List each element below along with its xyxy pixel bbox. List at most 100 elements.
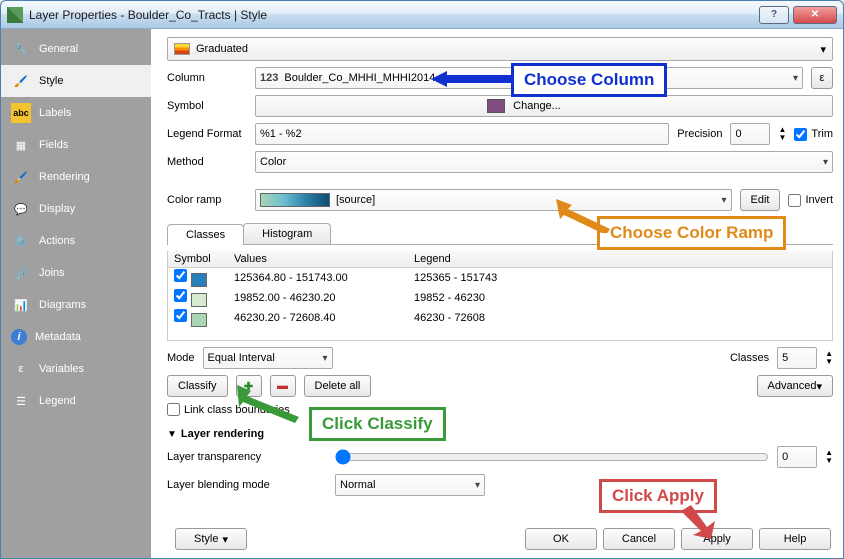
main-panel: Graduated ▾ Column 123 Boulder_Co_MHHI_M… xyxy=(151,29,843,558)
ok-button[interactable]: OK xyxy=(525,528,597,550)
transparency-slider[interactable] xyxy=(335,449,769,465)
row-legend: 19852 - 46230 xyxy=(408,290,832,306)
sidebar-item-variables[interactable]: ε Variables xyxy=(1,353,151,385)
legend-format-input[interactable] xyxy=(255,123,669,145)
sidebar-item-fields[interactable]: ▦ Fields xyxy=(1,129,151,161)
trim-checkbox[interactable] xyxy=(794,128,807,141)
color-ramp-combo[interactable]: [source] ▾ xyxy=(255,189,732,211)
chevron-down-icon: ▾ xyxy=(222,533,228,546)
column-label: Column xyxy=(167,72,247,84)
invert-checkbox[interactable] xyxy=(788,194,801,207)
chevron-down-icon: ▾ xyxy=(793,73,798,84)
sidebar-item-style[interactable]: 🖌️ Style xyxy=(1,65,151,97)
row-swatch xyxy=(191,293,207,307)
sidebar-item-legend[interactable]: ☰ Legend xyxy=(1,385,151,417)
th-legend[interactable]: Legend xyxy=(408,251,832,267)
legend-icon: ☰ xyxy=(11,391,31,411)
column-combo[interactable]: 123 Boulder_Co_MHHI_MHHI2014 ▾ xyxy=(255,67,803,89)
mode-combo[interactable]: Equal Interval ▾ xyxy=(203,347,333,369)
layer-rendering-title[interactable]: ▼ Layer rendering xyxy=(167,428,833,440)
help-button[interactable]: Help xyxy=(759,528,831,550)
sidebar-item-diagrams[interactable]: 📊 Diagrams xyxy=(1,289,151,321)
row-swatch xyxy=(191,273,207,287)
sidebar-item-label: Labels xyxy=(39,107,71,119)
precision-spinner[interactable] xyxy=(730,123,770,145)
method-combo[interactable]: Color ▾ xyxy=(255,151,833,173)
symbol-change-button[interactable]: Change... xyxy=(255,95,833,117)
method-value: Color xyxy=(260,156,286,168)
table-row[interactable]: 19852.00 - 46230.2019852 - 46230 xyxy=(168,288,832,308)
mode-label: Mode xyxy=(167,352,195,364)
sidebar-item-rendering[interactable]: 🖌️ Rendering xyxy=(1,161,151,193)
apply-button[interactable]: Apply xyxy=(681,528,753,550)
sidebar-item-display[interactable]: 💬 Display xyxy=(1,193,151,225)
style-type-value: Graduated xyxy=(196,43,248,55)
classes-count-label: Classes xyxy=(730,352,769,364)
table-row[interactable]: 125364.80 - 151743.00125365 - 151743 xyxy=(168,268,832,288)
info-icon: i xyxy=(11,329,27,345)
table-header: Symbol Values Legend xyxy=(168,251,832,268)
th-symbol[interactable]: Symbol xyxy=(168,251,228,267)
row-checkbox[interactable] xyxy=(174,269,187,282)
sidebar-item-joins[interactable]: 🔗 Joins xyxy=(1,257,151,289)
advanced-button[interactable]: Advanced ▾ xyxy=(757,375,833,397)
delete-all-button[interactable]: Delete all xyxy=(304,375,372,397)
row-swatch xyxy=(191,313,207,327)
sidebar-item-label: Style xyxy=(39,75,63,87)
style-menu-button[interactable]: Style▾ xyxy=(175,528,247,550)
sidebar-item-metadata[interactable]: i Metadata xyxy=(1,321,151,353)
trim-checkbox-wrap[interactable]: Trim xyxy=(794,128,833,141)
chevron-down-icon: ▾ xyxy=(823,157,828,168)
row-checkbox[interactable] xyxy=(174,289,187,302)
spinner-arrows[interactable]: ▲▼ xyxy=(825,449,833,465)
link-boundaries-wrap[interactable]: Link class boundaries xyxy=(167,403,833,416)
chevron-down-icon: ▾ xyxy=(475,480,480,491)
sidebar: 🔧 General 🖌️ Style abc Labels ▦ Fields 🖌… xyxy=(1,29,151,558)
sidebar-item-label: Diagrams xyxy=(39,299,86,311)
invert-checkbox-wrap[interactable]: Invert xyxy=(788,194,833,207)
tab-classes[interactable]: Classes xyxy=(167,224,244,245)
style-type-combo[interactable]: Graduated ▾ xyxy=(167,37,833,61)
table-icon: ▦ xyxy=(11,135,31,155)
variables-icon: ε xyxy=(11,359,31,379)
method-label: Method xyxy=(167,156,247,168)
link-boundaries-checkbox[interactable] xyxy=(167,403,180,416)
table-row[interactable]: 46230.20 - 72608.4046230 - 72608 xyxy=(168,308,832,328)
blending-combo[interactable]: Normal ▾ xyxy=(335,474,485,496)
sidebar-item-label: Actions xyxy=(39,235,75,247)
tab-histogram[interactable]: Histogram xyxy=(243,223,331,244)
transparency-value[interactable] xyxy=(777,446,817,468)
row-checkbox[interactable] xyxy=(174,309,187,322)
column-value: Boulder_Co_MHHI_MHHI2014 xyxy=(284,72,435,84)
row-legend: 46230 - 72608 xyxy=(408,310,832,326)
expression-button[interactable]: ε xyxy=(811,67,833,89)
row-values: 19852.00 - 46230.20 xyxy=(228,290,408,306)
sidebar-item-label: Metadata xyxy=(35,331,81,343)
classify-button[interactable]: Classify xyxy=(167,375,228,397)
row-values: 125364.80 - 151743.00 xyxy=(228,270,408,286)
help-sys-button[interactable]: ? xyxy=(759,6,789,24)
sidebar-item-label: Rendering xyxy=(39,171,90,183)
th-values[interactable]: Values xyxy=(228,251,408,267)
classes-table[interactable]: Symbol Values Legend 125364.80 - 151743.… xyxy=(167,251,833,341)
paintbrush-icon: 🖌️ xyxy=(11,167,31,187)
spinner-arrows[interactable]: ▲▼ xyxy=(778,126,786,142)
edit-ramp-button[interactable]: Edit xyxy=(740,189,781,211)
chevron-down-icon: ▾ xyxy=(721,195,726,206)
cancel-button[interactable]: Cancel xyxy=(603,528,675,550)
classes-spinner[interactable] xyxy=(777,347,817,369)
add-class-button[interactable]: ✚ xyxy=(236,375,262,397)
symbol-change-label: Change... xyxy=(513,100,561,112)
symbol-label: Symbol xyxy=(167,100,247,112)
close-sys-button[interactable]: ✕ xyxy=(793,6,837,24)
sidebar-item-actions[interactable]: ⚙️ Actions xyxy=(1,225,151,257)
sidebar-item-labels[interactable]: abc Labels xyxy=(1,97,151,129)
graduated-icon xyxy=(174,43,190,55)
color-ramp-value: [source] xyxy=(336,194,375,206)
spinner-arrows[interactable]: ▲▼ xyxy=(825,350,833,366)
transparency-label: Layer transparency xyxy=(167,451,327,463)
type-badge: 123 xyxy=(260,72,278,84)
trim-label: Trim xyxy=(811,128,833,140)
sidebar-item-general[interactable]: 🔧 General xyxy=(1,33,151,65)
remove-class-button[interactable]: ▬ xyxy=(270,375,296,397)
